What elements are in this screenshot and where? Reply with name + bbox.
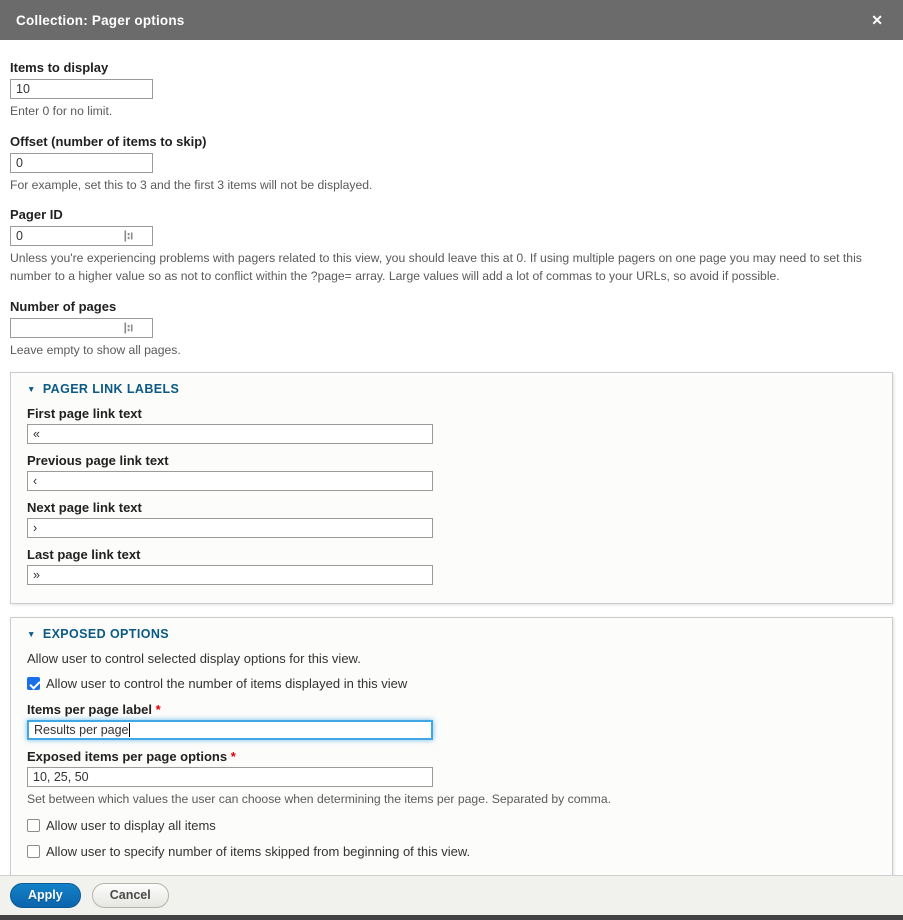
checkbox-label: Allow user to specify number of items sk… — [46, 844, 470, 859]
items-per-page-label-input[interactable] — [27, 720, 433, 740]
pager-id-label: Pager ID — [10, 207, 893, 222]
form-item-previous-page-link: Previous page link text — [27, 453, 876, 491]
required-asterisk: * — [231, 749, 236, 764]
exposed-items-options-label: Exposed items per page options * — [27, 749, 876, 764]
offset-help: For example, set this to 3 and the first… — [10, 177, 893, 195]
next-page-link-label: Next page link text — [27, 500, 876, 515]
dialog-content: Items to display Enter 0 for no limit. O… — [0, 40, 903, 875]
text-caret — [129, 723, 130, 737]
number-of-pages-input[interactable] — [10, 318, 153, 338]
items-per-page-label-label: Items per page label * — [27, 702, 876, 717]
fieldset-pager-link-labels: ▼ PAGER LINK LABELS First page link text… — [10, 372, 893, 604]
exposed-items-options-input[interactable] — [27, 767, 433, 787]
form-item-exposed-items-options: Exposed items per page options * Set bet… — [27, 749, 876, 809]
form-item-first-page-link: First page link text — [27, 406, 876, 444]
checkbox[interactable] — [27, 677, 40, 690]
dialog-footer: Apply Cancel — [0, 875, 903, 915]
fieldset-exposed-options: ▼ EXPOSED OPTIONS Allow user to control … — [10, 617, 893, 875]
checkbox-row-allow-items-per-page[interactable]: Allow user to control the number of item… — [27, 676, 876, 691]
close-icon[interactable]: ✕ — [867, 11, 887, 29]
form-item-offset: Offset (number of items to skip) For exa… — [10, 134, 893, 195]
next-page-link-input[interactable] — [27, 518, 433, 538]
checkbox[interactable] — [27, 819, 40, 832]
previous-page-link-label: Previous page link text — [27, 453, 876, 468]
collapse-arrow-icon: ▼ — [27, 629, 36, 639]
page-background-strip — [0, 915, 903, 920]
cancel-button[interactable]: Cancel — [92, 883, 169, 909]
collapse-arrow-icon: ▼ — [27, 384, 36, 394]
dialog-title: Collection: Pager options — [16, 13, 867, 28]
first-page-link-input[interactable] — [27, 424, 433, 444]
checkbox-row-allow-display-all[interactable]: Allow user to display all items — [27, 818, 876, 833]
checkbox[interactable] — [27, 845, 40, 858]
offset-label: Offset (number of items to skip) — [10, 134, 893, 149]
form-item-items-per-page-label: Items per page label * — [27, 702, 876, 740]
offset-input[interactable] — [10, 153, 153, 173]
first-page-link-label: First page link text — [27, 406, 876, 421]
required-asterisk: * — [156, 702, 161, 717]
exposed-options-intro: Allow user to control selected display o… — [27, 651, 876, 666]
checkbox-label: Allow user to control the number of item… — [46, 676, 407, 691]
legend-text: PAGER LINK LABELS — [43, 382, 179, 396]
pager-id-help: Unless you're experiencing problems with… — [10, 250, 893, 285]
items-to-display-label: Items to display — [10, 60, 893, 75]
form-item-items-to-display: Items to display Enter 0 for no limit. — [10, 60, 893, 121]
apply-button[interactable]: Apply — [10, 883, 81, 909]
form-item-pager-id: Pager ID Unless you're experiencing prob… — [10, 207, 893, 285]
fieldset-legend-exposed-options[interactable]: ▼ EXPOSED OPTIONS — [27, 627, 876, 641]
number-of-pages-help: Leave empty to show all pages. — [10, 342, 893, 360]
items-to-display-input[interactable] — [10, 79, 153, 99]
dialog-header: Collection: Pager options ✕ — [0, 0, 903, 40]
exposed-items-options-help: Set between which values the user can ch… — [27, 791, 876, 809]
checkbox-label: Allow user to display all items — [46, 818, 216, 833]
checkbox-row-allow-skip-items[interactable]: Allow user to specify number of items sk… — [27, 844, 876, 859]
form-item-number-of-pages: Number of pages Leave empty to show all … — [10, 299, 893, 360]
pager-id-input[interactable] — [10, 226, 153, 246]
legend-text: EXPOSED OPTIONS — [43, 627, 169, 641]
last-page-link-input[interactable] — [27, 565, 433, 585]
form-item-next-page-link: Next page link text — [27, 500, 876, 538]
form-item-last-page-link: Last page link text — [27, 547, 876, 585]
items-to-display-help: Enter 0 for no limit. — [10, 103, 893, 121]
number-of-pages-label: Number of pages — [10, 299, 893, 314]
fieldset-legend-pager-link-labels[interactable]: ▼ PAGER LINK LABELS — [27, 382, 876, 396]
previous-page-link-input[interactable] — [27, 471, 433, 491]
last-page-link-label: Last page link text — [27, 547, 876, 562]
